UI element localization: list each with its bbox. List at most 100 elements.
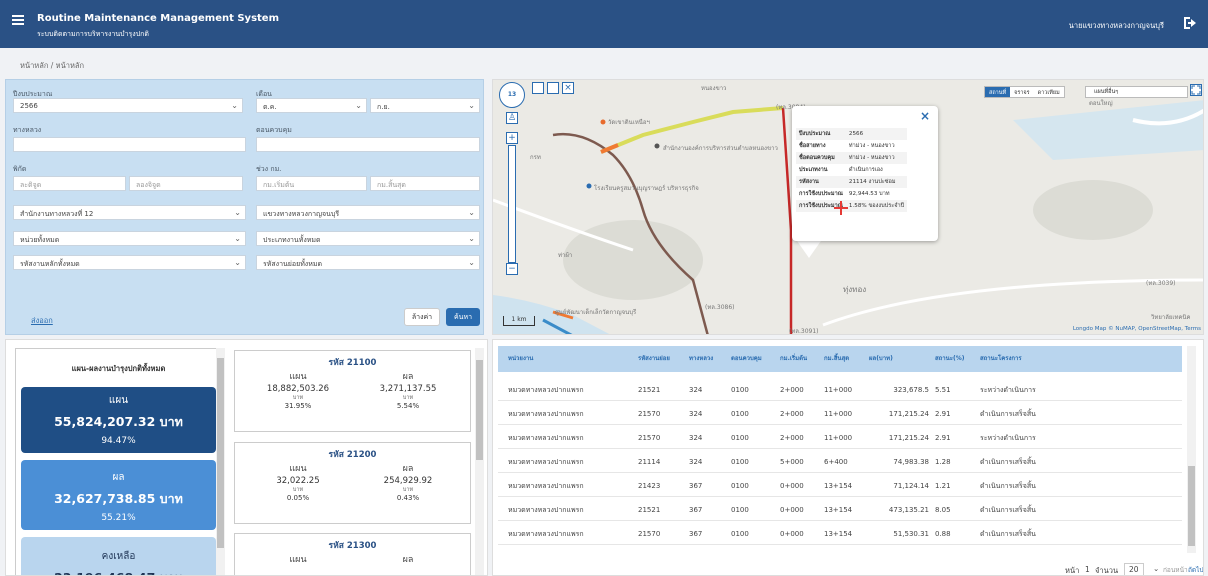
breadcrumb[interactable]: หน้าหลัก / หน้าหลัก xyxy=(20,60,84,72)
highway-label: ทางหลวง xyxy=(13,126,42,134)
col-control[interactable]: ตอนควบคุม xyxy=(731,346,762,372)
cell-highway: 324 xyxy=(689,434,703,442)
km-start-input[interactable]: กม.เริ่มต้น xyxy=(256,176,367,191)
map-view[interactable]: หนองขาว วัดเขาดินเหนือฯ สำนักงานองค์การบ… xyxy=(492,79,1204,335)
map-scale: 1 km xyxy=(503,316,535,326)
highway-input[interactable] xyxy=(13,137,246,152)
table-row[interactable]: หมวดทางหลวงปากแพรก 21114 324 0100 5+000 6+400… xyxy=(498,451,1182,473)
map-popup: × ปีงบประมาณ 2566 ชื่อสายทาง ท่าม่วง - หนอง… xyxy=(792,106,938,241)
street-view-icon[interactable]: ♙ xyxy=(506,112,518,124)
popup-value: ดำเนินการเอง xyxy=(848,167,883,173)
map-type-satellite[interactable]: ดาวเทียม xyxy=(1034,87,1064,97)
scroll-thumb[interactable] xyxy=(1188,466,1195,546)
scroll-thumb[interactable] xyxy=(476,360,483,460)
table-row[interactable]: หมวดทางหลวงปากแพรก 21521 367 0100 0+000 13+15… xyxy=(498,499,1182,521)
code-title: รหัส 21300 xyxy=(328,541,377,551)
map-type-place[interactable]: สถานที่ xyxy=(985,87,1011,97)
table-row[interactable]: หมวดทางหลวงปากแพรก 21570 324 0100 2+000 11+00… xyxy=(498,427,1182,449)
zoom-slider[interactable] xyxy=(508,145,516,263)
table-header: หน่วยงาน รหัสงานย่อย ทางหลวง ตอนควบคุม ก… xyxy=(498,346,1182,372)
fullscreen-icon[interactable] xyxy=(1190,84,1202,96)
col-km-start[interactable]: กม.เริ่มต้น xyxy=(780,346,807,372)
cell-result: 473,135.21 xyxy=(888,506,929,514)
overall-summary-title: แผน-ผลงานบำรุงปกติทั้งหมด xyxy=(71,364,166,373)
table-scrollbar[interactable] xyxy=(1187,346,1196,553)
next-page-button[interactable]: ถัดไป xyxy=(1188,565,1203,575)
cell-highway: 367 xyxy=(689,530,703,538)
col-status-pct[interactable]: สถานะ(%) xyxy=(935,346,964,372)
budget-year-select[interactable]: 2566 ⌄ xyxy=(13,98,243,113)
map-layer-select[interactable]: แผนที่อื่นๆ xyxy=(1085,86,1188,98)
cell-control: 0100 xyxy=(731,506,749,514)
clear-draw-icon[interactable]: × xyxy=(562,82,574,94)
col-subcode[interactable]: รหัสงานย่อย xyxy=(638,346,670,372)
unit-select[interactable]: หน่วยทั้งหมด ⌄ xyxy=(13,231,246,246)
sub-code-select[interactable]: รหัสงานย่อยทั้งหมด ⌄ xyxy=(256,255,480,270)
prev-page-button[interactable]: ก่อนหน้า xyxy=(1163,565,1188,575)
scroll-thumb[interactable] xyxy=(217,358,224,548)
popup-row: ชื่อสายทาง ท่าม่วง - หนองขาว xyxy=(796,140,907,152)
map-type-switch[interactable]: สถานที่ จราจร ดาวเทียม xyxy=(984,86,1065,98)
col-km-end[interactable]: กม.สิ้นสุด xyxy=(824,346,849,372)
bureau-select[interactable]: สำนักงานทางหลวงที่ 12 ⌄ xyxy=(13,205,246,220)
col-highway[interactable]: ทางหลวง xyxy=(689,346,713,372)
summary-scrollbar[interactable] xyxy=(216,348,225,575)
district-select[interactable]: แขวงทางหลวงกาญจนบุรี ⌄ xyxy=(256,205,480,220)
count-label: จำนวน xyxy=(1095,566,1119,575)
close-icon[interactable]: × xyxy=(920,109,930,123)
cell-control: 0100 xyxy=(731,410,749,418)
codes-scrollbar[interactable] xyxy=(475,348,484,575)
menu-icon[interactable] xyxy=(12,15,24,25)
cell-highway: 324 xyxy=(689,410,703,418)
popup-key: การใช้งบประมาณ xyxy=(799,191,843,197)
code-result-percent: 5.54% xyxy=(396,402,420,410)
pan-zoom-control[interactable]: 13 xyxy=(499,82,525,108)
remaining-card: คงเหลือ 23,196,468.47 บาท xyxy=(21,537,216,575)
km-range-label: ช่วง กม. xyxy=(256,165,282,173)
month-to-select[interactable]: ก.ย. ⌄ xyxy=(370,98,480,113)
zoom-out-icon[interactable]: − xyxy=(506,263,518,275)
zoom-level: 13 xyxy=(507,91,517,98)
col-project-status[interactable]: สถานะโครงการ xyxy=(980,346,1022,372)
chevron-down-icon: ⌄ xyxy=(468,234,475,243)
map-label: หนองขาว xyxy=(701,85,727,92)
code-plan-percent: 0.05% xyxy=(286,494,310,502)
cell-km-end: 11+000 xyxy=(824,434,853,442)
export-link[interactable]: ส่งออก xyxy=(31,315,53,327)
latitude-input[interactable]: ละติจูด xyxy=(13,176,126,191)
code-result-value: 254,929.92 xyxy=(383,476,433,486)
cell-status-pct: 0.88 xyxy=(935,530,951,538)
work-type-select[interactable]: ประเภทงานทั้งหมด ⌄ xyxy=(256,231,480,246)
map-label: โรงเรียนครูสมานบุญราษฎร์ บริหารธุรกิจ xyxy=(594,185,699,192)
page-size-select[interactable]: 20 xyxy=(1124,563,1144,575)
col-agency[interactable]: หน่วยงาน xyxy=(508,346,533,372)
col-result[interactable]: ผล(บาท) xyxy=(869,346,893,372)
main-code-select[interactable]: รหัสงานหลักทั้งหมด ⌄ xyxy=(13,255,246,270)
map-type-traffic[interactable]: จราจร xyxy=(1010,87,1033,97)
user-name[interactable]: นายแขวงทางหลวงกาญจนบุรี xyxy=(1069,20,1164,32)
result-card-percent: 55.21% xyxy=(101,513,136,523)
table-row[interactable]: หมวดทางหลวงปากแพรก 21570 324 0100 2+000 11+00… xyxy=(498,403,1182,425)
clear-button[interactable]: ล้างค่า xyxy=(404,308,440,326)
main-code-value: รหัสงานหลักทั้งหมด xyxy=(20,260,80,268)
popup-key: ปีงบประมาณ xyxy=(796,128,846,140)
km-end-input[interactable]: กม.สิ้นสุด xyxy=(370,176,480,191)
zoom-in-icon[interactable]: + xyxy=(506,132,518,144)
table-row[interactable]: หมวดทางหลวงปากแพรก 21570 367 0100 0+000 13+15… xyxy=(498,523,1182,545)
control-input[interactable] xyxy=(256,137,480,152)
measure-icon[interactable] xyxy=(547,82,559,94)
cell-result: 171,215.24 xyxy=(888,410,929,418)
popup-value: 1.58% ของงบประจำปี xyxy=(845,200,908,212)
popup-row: ปีงบประมาณ 2566 xyxy=(796,128,908,140)
table-row[interactable]: หมวดทางหลวงปากแพรก 21423 367 0100 0+000 13+15… xyxy=(498,475,1182,497)
cell-result: 74,983.38 xyxy=(893,458,929,466)
search-button[interactable]: ค้นหา xyxy=(446,308,480,326)
logout-icon[interactable] xyxy=(1182,16,1198,30)
summary-panel: แผน-ผลงานบำรุงปกติทั้งหมด แผน 55,824,207… xyxy=(5,339,488,576)
month-to-value: ก.ย. xyxy=(377,103,390,111)
draw-line-icon[interactable] xyxy=(532,82,544,94)
map-label: (ทล.3091) xyxy=(789,328,819,335)
month-from-select[interactable]: ต.ค. ⌄ xyxy=(256,98,367,113)
table-row[interactable]: หมวดทางหลวงปากแพรก 21521 324 0100 2+000 11+00… xyxy=(498,379,1182,401)
longitude-input[interactable]: ลองจิจูด xyxy=(129,176,243,191)
